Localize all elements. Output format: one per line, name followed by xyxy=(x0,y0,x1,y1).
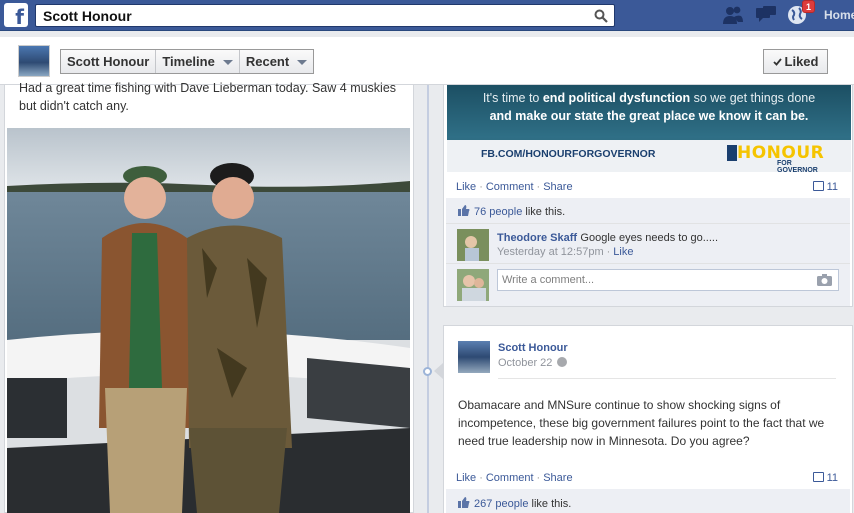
post-body: Obamacare and MNSure continue to show sh… xyxy=(458,398,825,448)
comment-content: Theodore Skaff Google eyes needs to go..… xyxy=(497,230,718,244)
banner-url: FB.COM/HONOURFORGOVERNOR xyxy=(481,148,656,160)
likes-summary: 267 people like this. xyxy=(458,497,571,510)
fishing-photo-image xyxy=(7,128,410,513)
feedback-section: 76 people like this. Theodore Skaff Goog… xyxy=(446,198,850,306)
liked-label: Liked xyxy=(784,54,819,69)
profile-name-label: Scott Honour xyxy=(67,54,150,69)
status-post-card: Scott Honour October 22 Obamacare and MN… xyxy=(443,325,853,513)
comment-link[interactable]: Comment xyxy=(486,181,534,193)
profile-name-button[interactable]: Scott Honour xyxy=(61,50,157,73)
likes-summary: 76 people like this. xyxy=(458,205,565,218)
top-navigation-bar: f Scott Honour 1 Home xyxy=(0,0,854,31)
logo-subtext: FOR GOVERNOR xyxy=(777,160,818,172)
left-photo-post: Had a great time fishing with Dave Liebe… xyxy=(4,81,414,513)
comment-meta: Yesterday at 12:57pm · Like xyxy=(497,246,633,258)
like-link[interactable]: Like xyxy=(456,181,476,193)
chevron-down-icon xyxy=(222,60,233,66)
likes-suffix: like this. xyxy=(522,206,566,218)
share-link[interactable]: Share xyxy=(543,472,572,484)
honour-logo: HONOUR FOR GOVERNOR xyxy=(727,143,824,172)
recent-label: Recent xyxy=(245,54,290,69)
search-icon[interactable] xyxy=(594,9,608,23)
share-link[interactable]: Share xyxy=(543,181,572,193)
campaign-post-card: It's time to end political dysfunction s… xyxy=(443,85,853,307)
timeline-spine xyxy=(427,85,429,513)
comment-bubble-icon xyxy=(812,472,824,482)
post-text: Had a great time fishing with Dave Liebe… xyxy=(19,81,397,113)
timeline-header: Scott Honour Timeline Recent Liked xyxy=(0,37,854,85)
like-link[interactable]: Like xyxy=(456,472,476,484)
header-divider xyxy=(498,378,836,379)
liked-button[interactable]: Liked xyxy=(763,49,828,74)
separator-dot: · xyxy=(536,472,541,484)
likes-count-link[interactable]: 76 people xyxy=(474,206,522,218)
home-link[interactable]: Home xyxy=(824,8,854,22)
commenter-avatar[interactable] xyxy=(457,229,489,261)
comment-count[interactable]: 11 xyxy=(812,181,838,193)
notification-badge: 1 xyxy=(802,0,815,13)
banner-line2-bold: and make our state the great place we kn… xyxy=(489,109,809,123)
timeline-dropdown-button[interactable]: Timeline xyxy=(156,50,240,73)
banner-footer: FB.COM/HONOURFORGOVERNOR HONOUR FOR GOVE… xyxy=(447,140,851,172)
current-user-avatar xyxy=(457,269,489,301)
checkmark-icon xyxy=(772,58,782,66)
separator-dot: · xyxy=(479,181,483,193)
likes-suffix: like this. xyxy=(528,498,572,510)
thumbs-up-icon xyxy=(458,497,470,508)
post-date-text: October 22 xyxy=(498,357,553,369)
globe-icon xyxy=(557,357,568,367)
write-comment-row: Write a comment... xyxy=(446,263,850,306)
facebook-logo[interactable]: f xyxy=(4,3,28,27)
timeline-label: Timeline xyxy=(162,54,215,69)
messages-icon[interactable] xyxy=(755,5,777,25)
comment-text: Google eyes needs to go..... xyxy=(580,232,719,244)
thumbs-up-icon xyxy=(458,205,470,216)
banner-line1-pre: It's time to xyxy=(482,91,543,105)
comment-count-value: 11 xyxy=(826,181,838,193)
timeline-nav-buttons: Scott Honour Timeline Recent xyxy=(60,49,315,74)
comment-count[interactable]: 11 xyxy=(812,472,838,484)
banner-line-2: and make our state the great place we kn… xyxy=(447,109,851,123)
chevron-down-icon xyxy=(297,60,308,66)
search-input[interactable]: Scott Honour xyxy=(35,4,615,27)
commenter-name[interactable]: Theodore Skaff xyxy=(497,232,577,244)
recent-dropdown-button[interactable]: Recent xyxy=(240,50,313,73)
comment-bubble-icon xyxy=(812,181,824,191)
separator-dot: · xyxy=(536,181,541,193)
separator-dot: · xyxy=(606,246,611,258)
banner-line1-post: so we get things done xyxy=(690,91,816,105)
search-value[interactable]: Scott Honour xyxy=(43,8,132,24)
comment-link[interactable]: Comment xyxy=(486,472,534,484)
flag-icon xyxy=(727,145,737,161)
likes-count-link[interactable]: 267 people xyxy=(474,498,528,510)
campaign-banner-image[interactable]: It's time to end political dysfunction s… xyxy=(447,85,851,172)
comment-time[interactable]: Yesterday at 12:57pm xyxy=(497,246,604,258)
friend-requests-icon[interactable] xyxy=(722,5,744,25)
author-name[interactable]: Scott Honour xyxy=(498,342,568,354)
comment-count-value: 11 xyxy=(826,472,838,484)
separator-dot: · xyxy=(479,472,483,484)
banner-line1-bold: end political dysfunction xyxy=(542,91,691,105)
comment-row: Theodore Skaff Google eyes needs to go..… xyxy=(446,223,850,263)
profile-avatar[interactable] xyxy=(18,45,50,77)
likes-row: 76 people like this. xyxy=(446,198,850,223)
timeline-arrow xyxy=(434,363,443,379)
post-date[interactable]: October 22 xyxy=(498,357,568,369)
comment-like-link[interactable]: Like xyxy=(613,246,633,258)
comment-input[interactable]: Write a comment... xyxy=(497,269,839,291)
camera-icon[interactable] xyxy=(817,274,832,286)
author-avatar[interactable] xyxy=(458,341,490,373)
post-actions: Like · Comment · Share xyxy=(456,181,573,193)
comment-placeholder: Write a comment... xyxy=(502,274,595,286)
feedback-section: 267 people like this. xyxy=(446,489,850,513)
banner-line-1: It's time to end political dysfunction s… xyxy=(447,91,851,105)
timeline-marker xyxy=(423,367,432,376)
post-photo[interactable] xyxy=(7,128,410,513)
post-actions: Like · Comment · Share xyxy=(456,472,573,484)
